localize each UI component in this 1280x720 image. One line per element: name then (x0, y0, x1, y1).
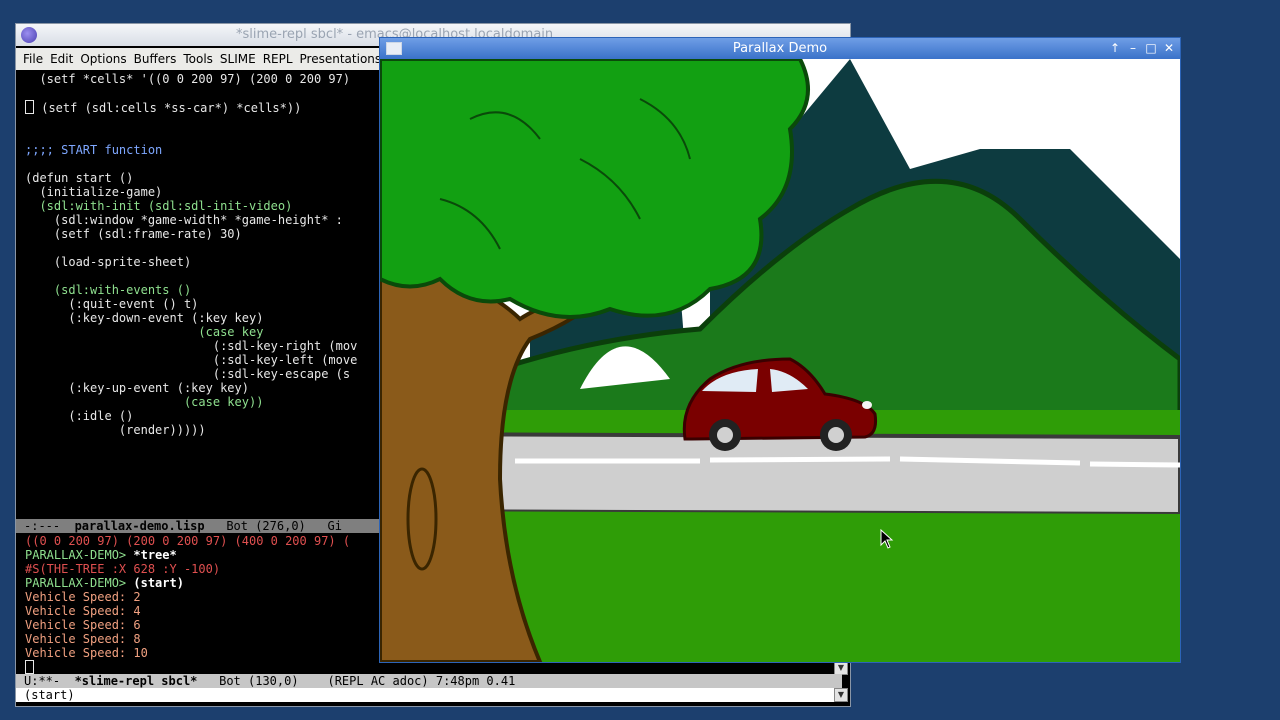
menu-presentations[interactable]: Presentations (300, 52, 382, 66)
code-line: (:key-down-event (:key key) (25, 311, 264, 325)
modeline-status: -:--- (24, 519, 61, 533)
repl-prompt: PARALLAX-DEMO> (25, 576, 134, 590)
editor-modeline[interactable]: -:--- parallax-demo.lisp Bot (276,0) Gi (16, 519, 388, 533)
code-line: (:sdl-key-left (move (25, 353, 358, 367)
repl-line: PARALLAX-DEMO> (start) (25, 576, 385, 590)
minimize-button[interactable]: – (1125, 40, 1141, 56)
code-line: (setf (sdl:cells *ss-car*) *cells*)) (25, 100, 385, 115)
modeline-vc: Gi (327, 519, 342, 533)
code-line: (case key)) (25, 395, 264, 409)
repl-input: *tree* (133, 548, 177, 562)
repl-output: ((0 0 200 97) (200 0 200 97) (400 0 200 … (25, 534, 351, 548)
menu-tools[interactable]: Tools (183, 52, 213, 66)
repl-output: Vehicle Speed: 2 (25, 590, 141, 604)
repl-modeline[interactable]: U:**- *slime-repl sbcl* Bot (130,0) (REP… (16, 674, 842, 688)
close-button[interactable]: ✕ (1161, 40, 1177, 56)
code-line: (load-sprite-sheet) (25, 255, 192, 269)
code-line: (render))))) (25, 423, 206, 437)
modeline-position: Bot (276,0) (226, 519, 306, 533)
maximize-button[interactable]: □ (1143, 40, 1159, 56)
parallax-titlebar[interactable]: Parallax Demo ↑ – □ ✕ (380, 38, 1180, 59)
repl-output: Vehicle Speed: 6 (25, 618, 141, 632)
scroll-down-arrow[interactable]: ▼ (834, 688, 848, 702)
repl-output: #S(THE-TREE :X 628 :Y -100) (25, 562, 221, 576)
menu-options[interactable]: Options (80, 52, 126, 66)
parallax-demo-window: Parallax Demo ↑ – □ ✕ (380, 38, 1180, 662)
menu-edit[interactable]: Edit (50, 52, 73, 66)
code-line: (defun start () (25, 171, 134, 185)
code-line: (:key-up-event (:key key) (25, 381, 249, 395)
menu-slime[interactable]: SLIME (220, 52, 256, 66)
text-cursor (25, 660, 34, 674)
parallax-window-title: Parallax Demo (732, 41, 828, 56)
scroll-down-arrow[interactable]: ▼ (834, 661, 848, 675)
mouse-pointer-icon (880, 529, 894, 549)
code-editor[interactable]: (setf *cells* '((0 0 200 97) (200 0 200 … (25, 72, 385, 518)
menu-buffers[interactable]: Buffers (134, 52, 177, 66)
repl-input: (start) (133, 576, 184, 590)
code-line: (sdl:with-events () (25, 283, 192, 297)
emacs-app-icon (21, 27, 37, 43)
minibuffer[interactable]: (start) (16, 688, 842, 702)
menu-file[interactable]: File (23, 52, 43, 66)
code-comment: ;;;; START function (25, 143, 163, 157)
game-canvas[interactable] (380, 59, 1180, 662)
repl-output: Vehicle Speed: 8 (25, 632, 141, 646)
code-line: (:idle () (25, 409, 134, 423)
modeline-position: Bot (130,0) (219, 674, 299, 688)
modeline-buffer-name: *slime-repl sbcl* (74, 674, 198, 688)
code-line: (:sdl-key-right (mov (25, 339, 358, 353)
repl-output: Vehicle Speed: 4 (25, 604, 141, 618)
repl-buffer[interactable]: ((0 0 200 97) (200 0 200 97) (400 0 200 … (25, 534, 385, 678)
menu-repl[interactable]: REPL (263, 52, 293, 66)
code-line: (sdl:with-init (sdl:sdl-init-video) (25, 199, 293, 213)
code-line: (setf (sdl:frame-rate) 30) (25, 227, 242, 241)
code-line: (initialize-game) (25, 185, 163, 199)
modeline-buffer-name: parallax-demo.lisp (74, 519, 205, 533)
text-cursor (25, 100, 34, 114)
modeline-modes: (REPL AC adoc) 7:48pm 0.41 (327, 674, 516, 688)
repl-output: Vehicle Speed: 10 (25, 646, 148, 660)
code-line: (:quit-event () t) (25, 297, 199, 311)
code-line: (setf *cells* '((0 0 200 97) (200 0 200 … (25, 72, 351, 86)
repl-prompt: PARALLAX-DEMO> (25, 548, 134, 562)
code-line: (:sdl-key-escape (s (25, 367, 351, 381)
repl-line: PARALLAX-DEMO> *tree* (25, 548, 385, 562)
code-line: (sdl:window *game-width* *game-height* : (25, 213, 343, 227)
keep-above-button[interactable]: ↑ (1107, 40, 1123, 56)
modeline-status: U:**- (24, 674, 61, 688)
code-line: (case key (25, 325, 264, 339)
